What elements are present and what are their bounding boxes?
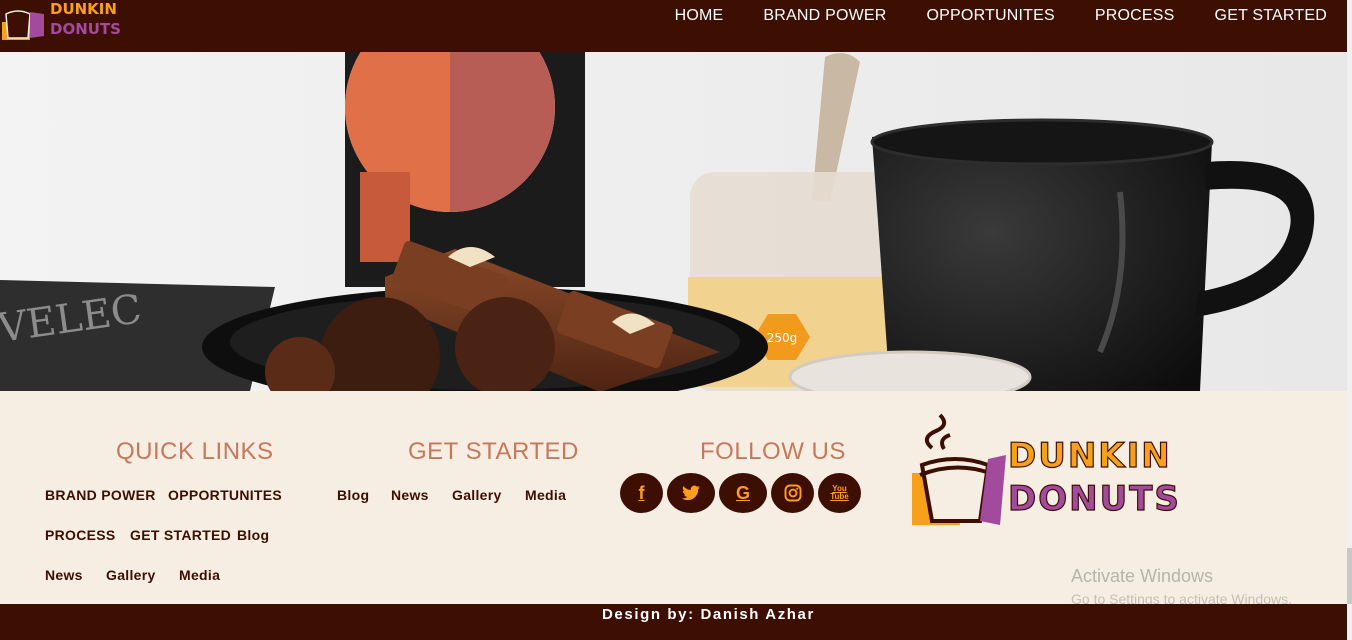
youtube-icon[interactable]: You Tube: [818, 473, 861, 513]
windows-watermark-title: Activate Windows: [1071, 566, 1214, 586]
gs-link-media[interactable]: Media: [525, 487, 566, 503]
footer: QUICK LINKS BRAND POWER OPPORTUNITES PRO…: [0, 391, 1347, 607]
gs-link-gallery[interactable]: Gallery: [452, 487, 502, 503]
designer-credit: Design by: Danish Azhar: [602, 606, 815, 623]
follow-us-title: FOLLOW US: [700, 438, 846, 465]
footer-link-blog[interactable]: Blog: [237, 527, 269, 543]
svg-text:DONUTS: DONUTS: [50, 20, 121, 38]
footer-link-opportunities[interactable]: OPPORTUNITES: [168, 487, 282, 503]
nav-home[interactable]: HOME: [675, 7, 724, 25]
gs-link-blog[interactable]: Blog: [337, 487, 369, 503]
footer-link-gallery[interactable]: Gallery: [106, 567, 156, 583]
nav-menu: HOME BRAND POWER OPPORTUNITES PROCESS GE…: [675, 0, 1327, 32]
footer-link-get-started[interactable]: GET STARTED: [130, 527, 231, 543]
twitter-icon[interactable]: [667, 473, 715, 513]
footer-link-brand-power[interactable]: BRAND POWER: [45, 487, 156, 503]
footer-link-media[interactable]: Media: [179, 567, 220, 583]
nav-get-started[interactable]: GET STARTED: [1215, 7, 1327, 25]
nav-opportunities[interactable]: OPPORTUNITES: [927, 7, 1055, 25]
scrollbar-track[interactable]: [1347, 0, 1352, 640]
nav-process[interactable]: PROCESS: [1095, 7, 1175, 25]
svg-text:DUNKIN: DUNKIN: [1008, 436, 1172, 476]
google-icon[interactable]: G: [719, 473, 767, 513]
svg-text:250g: 250g: [767, 331, 798, 345]
nav-brand-power[interactable]: BRAND POWER: [763, 7, 886, 25]
svg-text:DUNKIN: DUNKIN: [50, 0, 117, 18]
top-navbar: DUNKIN DONUTS HOME BRAND POWER OPPORTUNI…: [0, 0, 1347, 52]
footer-link-process[interactable]: PROCESS: [45, 527, 116, 543]
social-icons: f G You Tube: [620, 473, 861, 513]
gs-link-news[interactable]: News: [391, 487, 429, 503]
get-started-title: GET STARTED: [408, 438, 579, 465]
brand-logo-large[interactable]: DUNKIN DONUTS: [910, 413, 1210, 531]
hero-image: 250g VELEC: [0, 52, 1347, 391]
scrollbar-thumb[interactable]: [1347, 548, 1352, 604]
svg-text:DONUTS: DONUTS: [1008, 479, 1181, 519]
brand-logo-small[interactable]: DUNKIN DONUTS: [0, 0, 150, 44]
footer-credit-bar: Design by: Danish Azhar: [0, 604, 1347, 640]
quick-links-title: QUICK LINKS: [116, 438, 274, 465]
instagram-icon[interactable]: [771, 473, 814, 513]
footer-link-news[interactable]: News: [45, 567, 83, 583]
facebook-icon[interactable]: f: [620, 473, 663, 513]
